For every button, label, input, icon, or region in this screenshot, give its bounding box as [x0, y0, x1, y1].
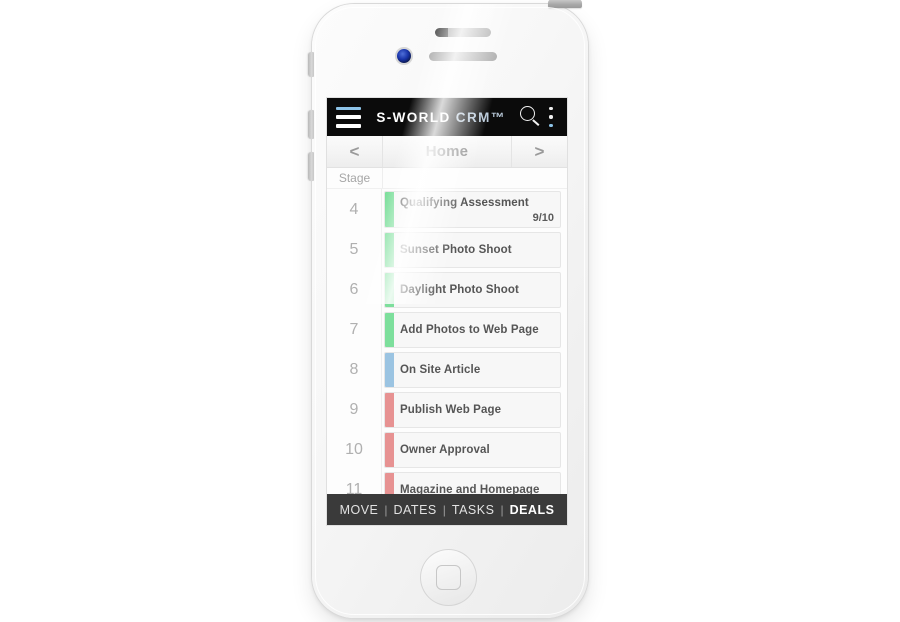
deal-body: Owner Approval — [394, 433, 560, 467]
stage-number: 9 — [327, 390, 382, 430]
deal-cell: Sunset Photo Shoot — [382, 230, 567, 270]
deal-card[interactable]: Add Photos to Web Page — [384, 312, 561, 348]
deal-cell: Daylight Photo Shoot — [382, 270, 567, 310]
stage-row: 4 Qualifying Assessment 9/10 — [327, 189, 567, 230]
deal-card[interactable]: On Site Article — [384, 352, 561, 388]
toolbar-item-move[interactable]: MOVE — [339, 503, 380, 517]
deal-body: Magazine and Homepage — [394, 473, 560, 495]
toolbar-separator: | — [384, 502, 388, 517]
deal-title: Daylight Photo Shoot — [400, 284, 519, 296]
nav-prev-button[interactable]: < — [327, 136, 383, 167]
toolbar-separator: | — [500, 502, 504, 517]
stage-row: 5 Sunset Photo Shoot — [327, 230, 567, 270]
stage-number: 8 — [327, 350, 382, 390]
deal-title: Add Photos to Web Page — [400, 324, 539, 336]
hamburger-menu-icon[interactable] — [336, 106, 361, 128]
deal-card[interactable]: Owner Approval — [384, 432, 561, 468]
search-icon[interactable] — [520, 106, 542, 128]
toolbar-item-deals[interactable]: DEALS — [509, 503, 556, 517]
stage-row: 11 Magazine and Homepage — [327, 470, 567, 495]
deal-status-bar — [385, 273, 394, 307]
deal-status-bar — [385, 433, 394, 467]
toolbar-item-tasks[interactable]: TASKS — [451, 503, 496, 517]
deal-body: Daylight Photo Shoot — [394, 273, 560, 307]
front-camera — [397, 49, 411, 63]
volume-down-button[interactable] — [308, 152, 314, 181]
app-title-suffix: CRM™ — [455, 109, 506, 125]
pipeline-stage-list: Stage 4 Qualifying Assessment 9/10 5 Sunset … — [327, 168, 567, 495]
mute-switch[interactable] — [308, 52, 314, 77]
deal-status-bar — [385, 353, 394, 387]
toolbar-separator: | — [442, 502, 446, 517]
deal-cell: Add Photos to Web Page — [382, 310, 567, 350]
deal-body: On Site Article — [394, 353, 560, 387]
app-topbar: S-WORLD CRM™ — [327, 98, 567, 136]
deal-title: Owner Approval — [400, 444, 490, 456]
page-title: Home — [425, 143, 469, 160]
volume-up-button[interactable] — [308, 110, 314, 139]
nav-next-button[interactable]: > — [511, 136, 567, 167]
deal-cell: On Site Article — [382, 350, 567, 390]
deal-cell: Magazine and Homepage — [382, 470, 567, 495]
deal-title: Qualifying Assessment — [400, 196, 529, 209]
deal-body: Qualifying Assessment 9/10 — [394, 192, 560, 227]
earpiece-speaker — [435, 28, 491, 37]
deal-card[interactable]: Sunset Photo Shoot — [384, 232, 561, 268]
phone-device: S-WORLD CRM™ < Home > Stage 4 Qualifying … — [308, 0, 588, 618]
stage-number: 5 — [327, 230, 382, 270]
deal-card[interactable]: Magazine and Homepage — [384, 472, 561, 495]
stage-row: 8 On Site Article — [327, 350, 567, 390]
deal-status-bar — [385, 313, 394, 347]
phone-screen: S-WORLD CRM™ < Home > Stage 4 Qualifying … — [327, 98, 567, 525]
deal-body: Publish Web Page — [394, 393, 560, 427]
stage-number: 6 — [327, 270, 382, 310]
toolbar-item-dates[interactable]: DATES — [393, 503, 438, 517]
deal-title: Publish Web Page — [400, 404, 502, 416]
stage-column-header: Stage — [327, 168, 383, 188]
speaker-grill — [429, 52, 497, 61]
stage-row: 9 Publish Web Page — [327, 390, 567, 430]
deal-body: Add Photos to Web Page — [394, 313, 560, 347]
deal-cell: Publish Web Page — [382, 390, 567, 430]
stage-number: 11 — [327, 470, 382, 495]
deal-title: On Site Article — [400, 364, 481, 376]
deal-status-bar — [385, 233, 394, 267]
stage-header-row: Stage — [327, 168, 567, 189]
home-button-square-icon — [436, 565, 461, 590]
deal-status-bar — [385, 393, 394, 427]
app-title-main: S-WORLD — [376, 109, 456, 125]
home-button[interactable] — [420, 549, 477, 606]
deal-cell: Owner Approval — [382, 430, 567, 470]
page-nav: < Home > — [327, 136, 567, 168]
deal-card[interactable]: Qualifying Assessment 9/10 — [384, 191, 561, 228]
deal-card[interactable]: Publish Web Page — [384, 392, 561, 428]
deal-card[interactable]: Daylight Photo Shoot — [384, 272, 561, 308]
deal-progress: 9/10 — [532, 211, 554, 224]
bottom-toolbar: MOVE | DATES | TASKS | DEALS — [327, 494, 567, 525]
deal-body: Sunset Photo Shoot — [394, 233, 560, 267]
stage-row: 6 Daylight Photo Shoot — [327, 270, 567, 310]
stage-number: 4 — [327, 189, 382, 230]
stage-number: 7 — [327, 310, 382, 350]
deal-cell: Qualifying Assessment 9/10 — [382, 189, 567, 230]
stage-row: 10 Owner Approval — [327, 430, 567, 470]
app-title: S-WORLD CRM™ — [365, 110, 517, 125]
stage-row: 7 Add Photos to Web Page — [327, 310, 567, 350]
stage-number: 10 — [327, 430, 382, 470]
stage-rows-container: 4 Qualifying Assessment 9/10 5 Sunset Photo … — [327, 189, 567, 495]
deal-status-bar — [385, 192, 394, 227]
deal-title: Sunset Photo Shoot — [400, 244, 512, 256]
deal-status-bar — [385, 473, 394, 495]
power-button[interactable] — [548, 0, 582, 8]
overflow-menu-icon[interactable] — [544, 107, 558, 127]
